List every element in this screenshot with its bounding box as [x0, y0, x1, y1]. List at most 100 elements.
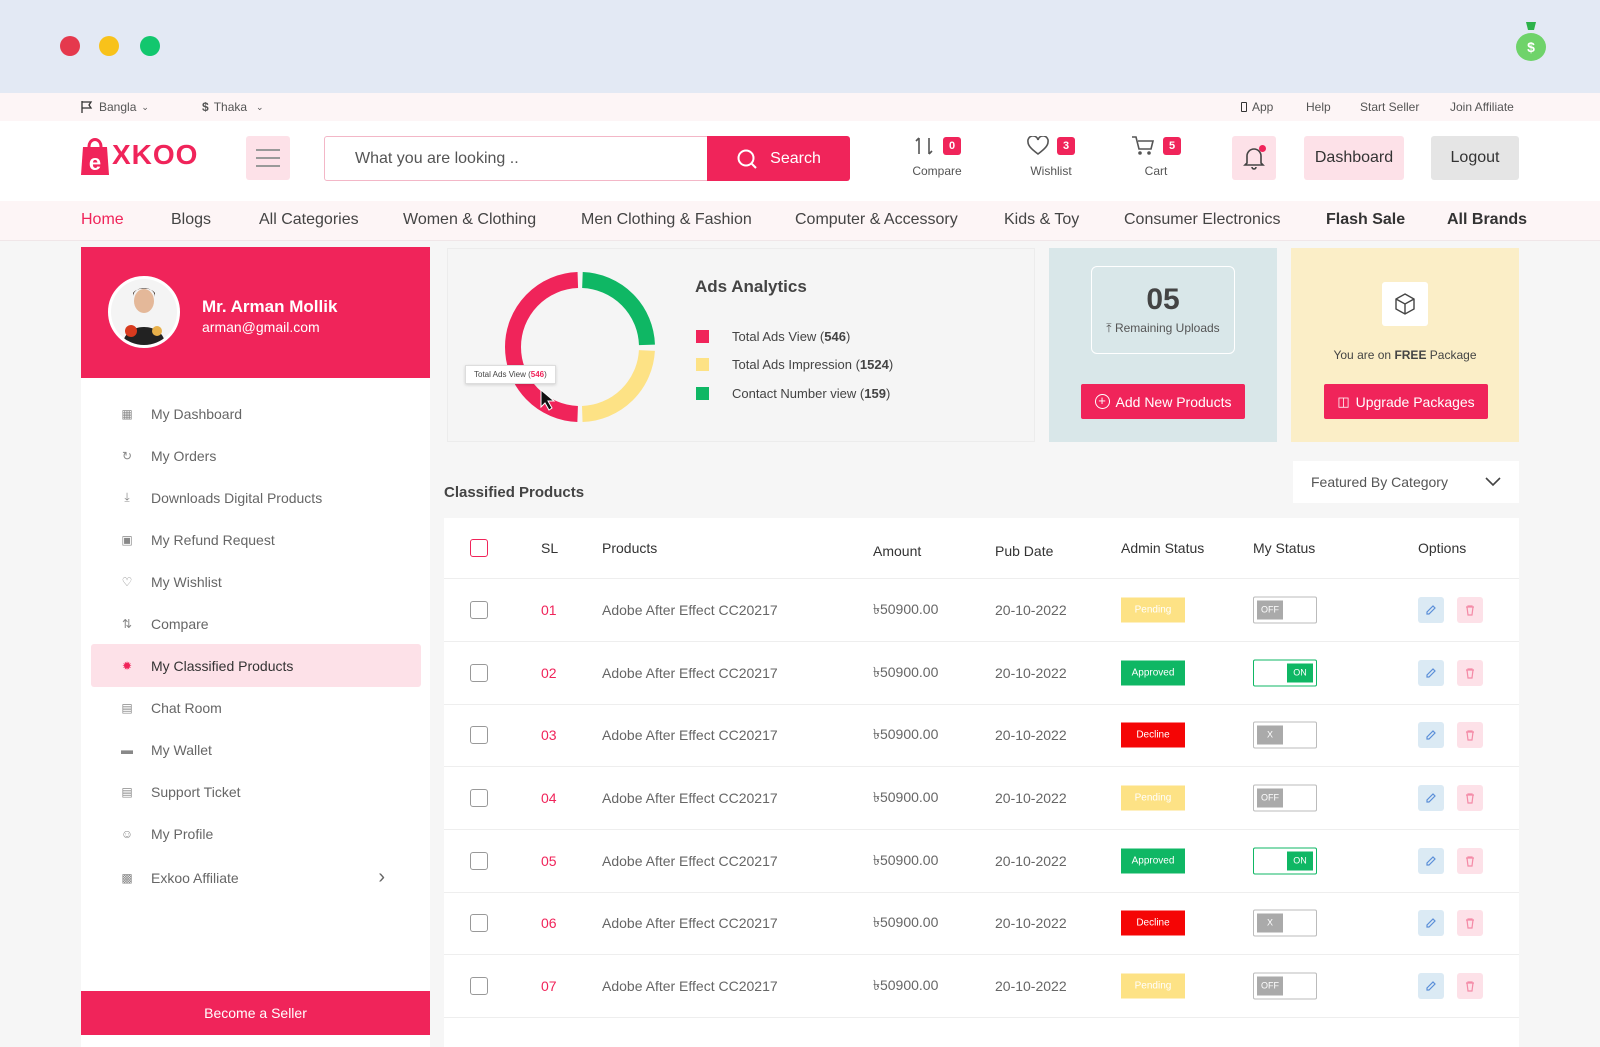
row-product-name[interactable]: Adobe After Effect CC20217	[602, 853, 778, 869]
row-checkbox[interactable]	[470, 852, 488, 870]
language-selector[interactable]: Bangla ⌄	[80, 100, 149, 114]
edit-icon	[1426, 981, 1436, 991]
my-status-toggle[interactable]: X	[1253, 909, 1317, 937]
cart-link[interactable]: 5 Cart	[1126, 133, 1186, 178]
currency-selector[interactable]: $ Thaka ⌄	[202, 100, 264, 114]
nav-item-computer-accessory[interactable]: Computer & Accessory	[795, 211, 958, 229]
sidebar-item-refund[interactable]: ▣ My Refund Request	[91, 518, 421, 561]
row-checkbox[interactable]	[470, 914, 488, 932]
search-button[interactable]: Search	[707, 136, 850, 181]
logo[interactable]: e XKOO	[80, 133, 198, 177]
row-pub-date: 20-10-2022	[995, 790, 1067, 806]
row-product-name[interactable]: Adobe After Effect CC20217	[602, 978, 778, 994]
avatar[interactable]	[108, 276, 180, 348]
nav-item-flash-sale[interactable]: Flash Sale	[1326, 211, 1405, 229]
close-window-button[interactable]	[60, 36, 80, 56]
row-checkbox[interactable]	[470, 664, 488, 682]
history-icon: ↻	[121, 448, 133, 463]
plus-circle-icon: +	[1094, 394, 1110, 409]
my-status-toggle[interactable]: X	[1253, 721, 1317, 749]
edit-button[interactable]	[1418, 660, 1444, 686]
maximize-window-button[interactable]	[140, 36, 160, 56]
chart-tooltip: Total Ads View (546)	[465, 365, 556, 384]
nav-item-blogs[interactable]: Blogs	[171, 211, 211, 229]
sidebar-item-compare[interactable]: ⇅ Compare	[91, 602, 421, 645]
featured-category-dropdown[interactable]: Featured By Category	[1293, 461, 1519, 503]
sidebar-item-wishlist[interactable]: ♡ My Wishlist	[91, 560, 421, 603]
delete-button[interactable]	[1457, 973, 1483, 999]
nav-item-home[interactable]: Home	[81, 211, 124, 229]
delete-button[interactable]	[1457, 848, 1483, 874]
nav-item-men-clothing[interactable]: Men Clothing & Fashion	[581, 211, 752, 229]
nav-item-women-clothing[interactable]: Women & Clothing	[403, 211, 536, 229]
become-seller-button[interactable]: Become a Seller	[81, 991, 430, 1035]
row-product-name[interactable]: Adobe After Effect CC20217	[602, 915, 778, 931]
compare-link[interactable]: 0 Compare	[902, 133, 972, 178]
select-all-checkbox[interactable]	[470, 539, 488, 557]
row-product-name[interactable]: Adobe After Effect CC20217	[602, 727, 778, 743]
admin-status-badge: Approved	[1121, 848, 1185, 874]
my-status-toggle[interactable]: ON	[1253, 659, 1317, 687]
edit-button[interactable]	[1418, 597, 1444, 623]
edit-button[interactable]	[1418, 973, 1444, 999]
wishlist-link[interactable]: 3 Wishlist	[1016, 133, 1086, 178]
row-checkbox[interactable]	[470, 789, 488, 807]
sidebar-item-affiliate[interactable]: ▩ Exkoo Affiliate ›	[91, 856, 421, 899]
row-pub-date: 20-10-2022	[995, 915, 1067, 931]
delete-button[interactable]	[1457, 785, 1483, 811]
sidebar-item-support-ticket[interactable]: ▤ Support Ticket	[91, 770, 421, 813]
row-product-name[interactable]: Adobe After Effect CC20217	[602, 602, 778, 618]
app-link[interactable]: App	[1241, 100, 1273, 114]
minimize-window-button[interactable]	[99, 36, 119, 56]
my-status-toggle[interactable]: OFF	[1253, 972, 1317, 1000]
my-status-toggle[interactable]: OFF	[1253, 784, 1317, 812]
edit-button[interactable]	[1418, 848, 1444, 874]
sidebar-item-classified-products[interactable]: ✹ My Classified Products	[91, 644, 421, 687]
row-product-name[interactable]: Adobe After Effect CC20217	[602, 790, 778, 806]
row-checkbox[interactable]	[470, 726, 488, 744]
join-affiliate-link[interactable]: Join Affiliate	[1450, 100, 1514, 114]
row-checkbox[interactable]	[470, 601, 488, 619]
nav-item-kids-toy[interactable]: Kids & Toy	[1004, 211, 1079, 229]
help-link[interactable]: Help	[1306, 100, 1331, 114]
menu-toggle-button[interactable]	[246, 136, 290, 180]
row-checkbox[interactable]	[470, 977, 488, 995]
edit-button[interactable]	[1418, 785, 1444, 811]
delete-button[interactable]	[1457, 722, 1483, 748]
dashboard-button[interactable]: Dashboard	[1304, 136, 1404, 180]
upgrade-packages-label: Upgrade Packages	[1355, 393, 1475, 410]
add-new-products-button[interactable]: + Add New Products	[1081, 384, 1245, 419]
avatar-image	[111, 279, 177, 345]
upgrade-packages-button[interactable]: ◫ Upgrade Packages	[1324, 384, 1488, 419]
delete-button[interactable]	[1457, 660, 1483, 686]
nav-item-all-categories[interactable]: All Categories	[259, 211, 359, 229]
sidebar-item-wallet[interactable]: ▬ My Wallet	[91, 728, 421, 771]
edit-button[interactable]	[1418, 910, 1444, 936]
sidebar-item-dashboard[interactable]: ▦ My Dashboard	[91, 392, 421, 435]
table-row: 06 Adobe After Effect CC20217 ৳50900.00 20-…	[444, 892, 1519, 955]
sidebar-item-downloads[interactable]: ⤓ Downloads Digital Products	[91, 476, 421, 519]
search-input[interactable]	[324, 136, 708, 181]
help-link-label: Help	[1306, 100, 1331, 114]
row-pub-date: 20-10-2022	[995, 602, 1067, 618]
logout-button[interactable]: Logout	[1431, 136, 1519, 180]
delete-button[interactable]	[1457, 910, 1483, 936]
table-row: 03 Adobe After Effect CC20217 ৳50900.00 20-…	[444, 704, 1519, 767]
sidebar-item-orders[interactable]: ↻ My Orders	[91, 434, 421, 477]
chevron-down-icon: ⌄	[141, 101, 149, 112]
delete-button[interactable]	[1457, 597, 1483, 623]
sidebar-item-profile[interactable]: ☺ My Profile	[91, 812, 421, 855]
row-product-name[interactable]: Adobe After Effect CC20217	[602, 665, 778, 681]
nav-item-all-brands[interactable]: All Brands	[1447, 211, 1527, 229]
shopping-bag-logo-icon: e	[81, 138, 109, 175]
sidebar-item-chat-room[interactable]: ▤ Chat Room	[91, 686, 421, 729]
my-status-toggle[interactable]: ON	[1253, 847, 1317, 875]
start-seller-link[interactable]: Start Seller	[1360, 100, 1419, 114]
my-status-toggle[interactable]: OFF	[1253, 596, 1317, 624]
notifications-button[interactable]	[1232, 136, 1276, 180]
trash-icon	[1466, 668, 1474, 679]
edit-icon	[1426, 856, 1436, 866]
nav-item-consumer-electronics[interactable]: Consumer Electronics	[1124, 211, 1281, 229]
edit-button[interactable]	[1418, 722, 1444, 748]
ads-donut-chart	[505, 272, 655, 422]
